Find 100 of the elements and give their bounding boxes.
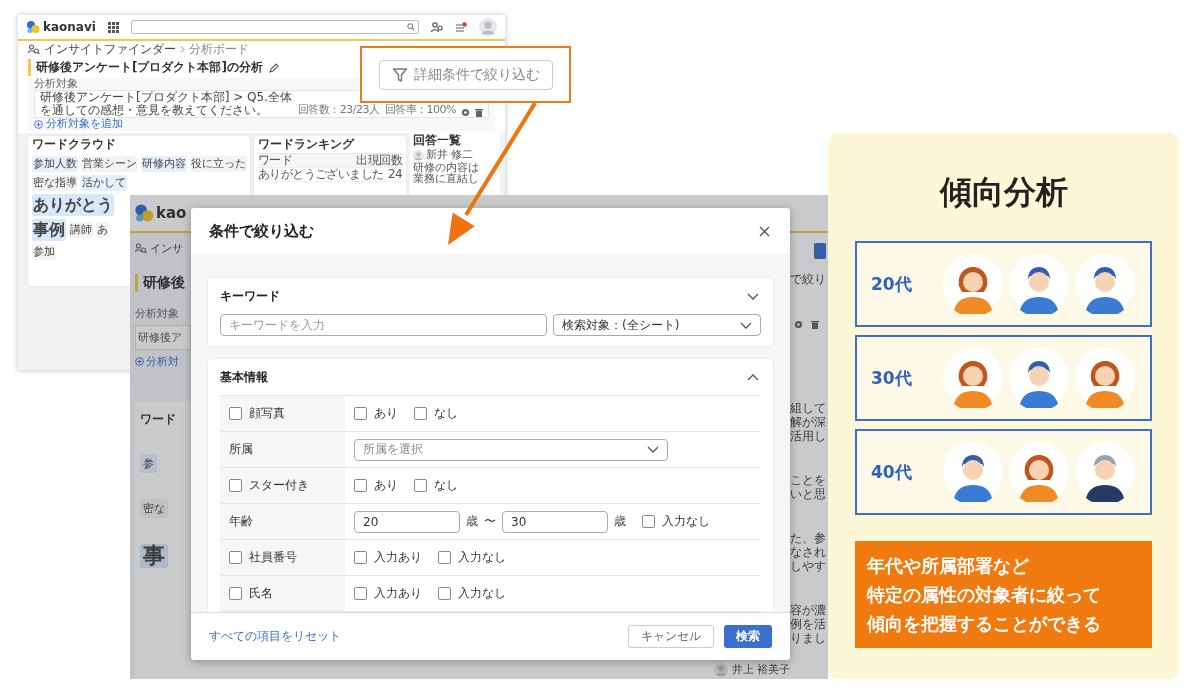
option-label[interactable]: 氏名 bbox=[249, 585, 273, 602]
filter-link-text[interactable]: で絞り bbox=[790, 271, 828, 288]
department-dropdown[interactable]: 所属を選択 bbox=[354, 438, 668, 461]
card-title: ワードランキング bbox=[258, 138, 356, 151]
add-target-link[interactable]: 分析対象を追加 bbox=[46, 118, 123, 130]
age-to-field[interactable]: 30 bbox=[502, 510, 608, 533]
person-avatar-icon bbox=[1075, 254, 1135, 314]
checkbox[interactable] bbox=[438, 551, 451, 564]
section-title: 基本情報 bbox=[220, 368, 268, 386]
settings-icon[interactable] bbox=[794, 320, 803, 329]
checkbox[interactable] bbox=[354, 587, 367, 600]
option-label[interactable]: なし bbox=[434, 477, 458, 494]
search-button[interactable]: 検索 bbox=[724, 625, 772, 648]
checkbox[interactable] bbox=[229, 479, 242, 492]
option-label[interactable]: あり bbox=[374, 477, 398, 494]
filter-button[interactable]: 詳細条件で絞り込む bbox=[378, 59, 553, 90]
trash-icon[interactable] bbox=[811, 320, 819, 329]
column-header: 出現回数 bbox=[356, 154, 402, 167]
checkbox[interactable] bbox=[354, 551, 367, 564]
option-label[interactable]: 社員番号 bbox=[249, 549, 297, 566]
answer-text: 容が濃 例を活 りまし bbox=[790, 603, 827, 645]
plus-circle-icon[interactable] bbox=[135, 357, 144, 366]
cloud-word: 事例 bbox=[32, 219, 66, 241]
checkbox[interactable] bbox=[229, 551, 242, 564]
breadcrumb-link[interactable]: インサイトファインダー bbox=[44, 42, 176, 56]
cloud-word: 役に立った bbox=[190, 156, 247, 172]
cloud-word: 講師 bbox=[69, 222, 93, 238]
age-label: 40代 bbox=[871, 460, 913, 484]
option-label[interactable]: スター付き bbox=[249, 477, 309, 494]
trash-icon[interactable] bbox=[475, 108, 483, 117]
option-label[interactable]: 入力あり bbox=[374, 585, 422, 602]
field-label: 所属 bbox=[229, 441, 253, 458]
cloud-word: 参加 bbox=[32, 244, 56, 260]
person-avatar-icon bbox=[1009, 348, 1069, 408]
checkbox[interactable] bbox=[229, 587, 242, 600]
breadcrumb-link[interactable]: インサ bbox=[150, 241, 183, 256]
checkbox[interactable] bbox=[642, 515, 655, 528]
cloud-word: 研修内容 bbox=[141, 156, 187, 172]
cancel-button[interactable]: キャンセル bbox=[628, 625, 714, 648]
keyword-field[interactable]: キーワードを入力 bbox=[220, 314, 547, 336]
card-title: ワードクラウド bbox=[32, 138, 117, 151]
cloud-word: ありがとう bbox=[32, 194, 114, 216]
age-from-field[interactable]: 20 bbox=[354, 510, 460, 533]
chevron-right-icon bbox=[180, 45, 185, 53]
age-label: 20代 bbox=[871, 272, 913, 296]
add-target-link[interactable]: 分析対 bbox=[146, 354, 179, 369]
logo-text: kaonavi bbox=[43, 20, 96, 34]
banner-text: 特定の属性の対象者に絞って bbox=[867, 583, 1102, 607]
stat-text: 回答率：100% bbox=[384, 102, 456, 117]
age-label: 30代 bbox=[871, 366, 913, 390]
checkbox[interactable] bbox=[229, 407, 242, 420]
notification-icon[interactable] bbox=[455, 21, 467, 33]
search-icon[interactable] bbox=[407, 23, 415, 31]
option-label[interactable]: 入力なし bbox=[458, 585, 506, 602]
option-label[interactable]: なし bbox=[434, 405, 458, 422]
option-label[interactable]: あり bbox=[374, 405, 398, 422]
option-label[interactable]: 入力あり bbox=[374, 549, 422, 566]
answer-text: 研修の内容は業務に直結し bbox=[413, 162, 480, 184]
person-avatar-icon bbox=[1075, 442, 1135, 502]
stat-text: 回答数：23/23人 bbox=[297, 102, 380, 117]
checkbox[interactable] bbox=[438, 587, 451, 600]
card-title: ワード bbox=[140, 411, 176, 428]
option-label[interactable]: 顔写真 bbox=[249, 405, 285, 422]
people-search-icon bbox=[28, 43, 40, 55]
avatar-icon[interactable] bbox=[479, 18, 497, 36]
cloud-word: 密な指導 bbox=[32, 175, 78, 191]
reset-link[interactable]: すべての項目をリセット bbox=[209, 628, 341, 645]
respondent-name: 新井 修二 bbox=[426, 149, 474, 161]
pencil-icon[interactable] bbox=[268, 62, 279, 73]
field-label: 年齢 bbox=[229, 513, 253, 530]
person-avatar-icon bbox=[1009, 442, 1069, 502]
scope-dropdown[interactable]: 検索対象：(全シート) bbox=[553, 314, 761, 336]
grid-icon[interactable] bbox=[107, 21, 119, 33]
page-title: 研修後アンケート[プロダクト本部]の分析 bbox=[36, 59, 263, 76]
breadcrumb-current: 分析ボード bbox=[189, 42, 249, 56]
unit-label: 歳 bbox=[614, 513, 626, 530]
chevron-down-icon bbox=[647, 446, 659, 453]
plus-circle-icon[interactable] bbox=[34, 119, 43, 129]
people-search-icon bbox=[135, 243, 147, 254]
panel-title: 回答一覧 bbox=[413, 134, 462, 147]
cloud-word: あ bbox=[96, 222, 109, 238]
logo-text: kao bbox=[156, 204, 187, 222]
checkbox[interactable] bbox=[414, 479, 427, 492]
person-avatar-icon bbox=[943, 348, 1003, 408]
field-label: 分析対象 bbox=[135, 306, 180, 321]
checkbox[interactable] bbox=[414, 407, 427, 420]
close-icon bbox=[759, 225, 770, 237]
cloud-word: 参加人数 bbox=[32, 156, 78, 172]
person-avatar-icon bbox=[943, 442, 1003, 502]
checkbox[interactable] bbox=[354, 479, 367, 492]
checkbox[interactable] bbox=[354, 407, 367, 420]
search-field[interactable] bbox=[130, 20, 419, 34]
option-label[interactable]: 入力なし bbox=[662, 513, 710, 530]
option-label[interactable]: 入力なし bbox=[458, 549, 506, 566]
people-icon[interactable] bbox=[431, 21, 443, 33]
cloud-word: 密な bbox=[140, 499, 168, 518]
banner-text: 傾向を把握することができる bbox=[867, 612, 1102, 636]
settings-icon[interactable] bbox=[461, 108, 470, 117]
promo-title: 傾向分析 bbox=[939, 172, 1068, 213]
person-avatar-icon bbox=[943, 254, 1003, 314]
